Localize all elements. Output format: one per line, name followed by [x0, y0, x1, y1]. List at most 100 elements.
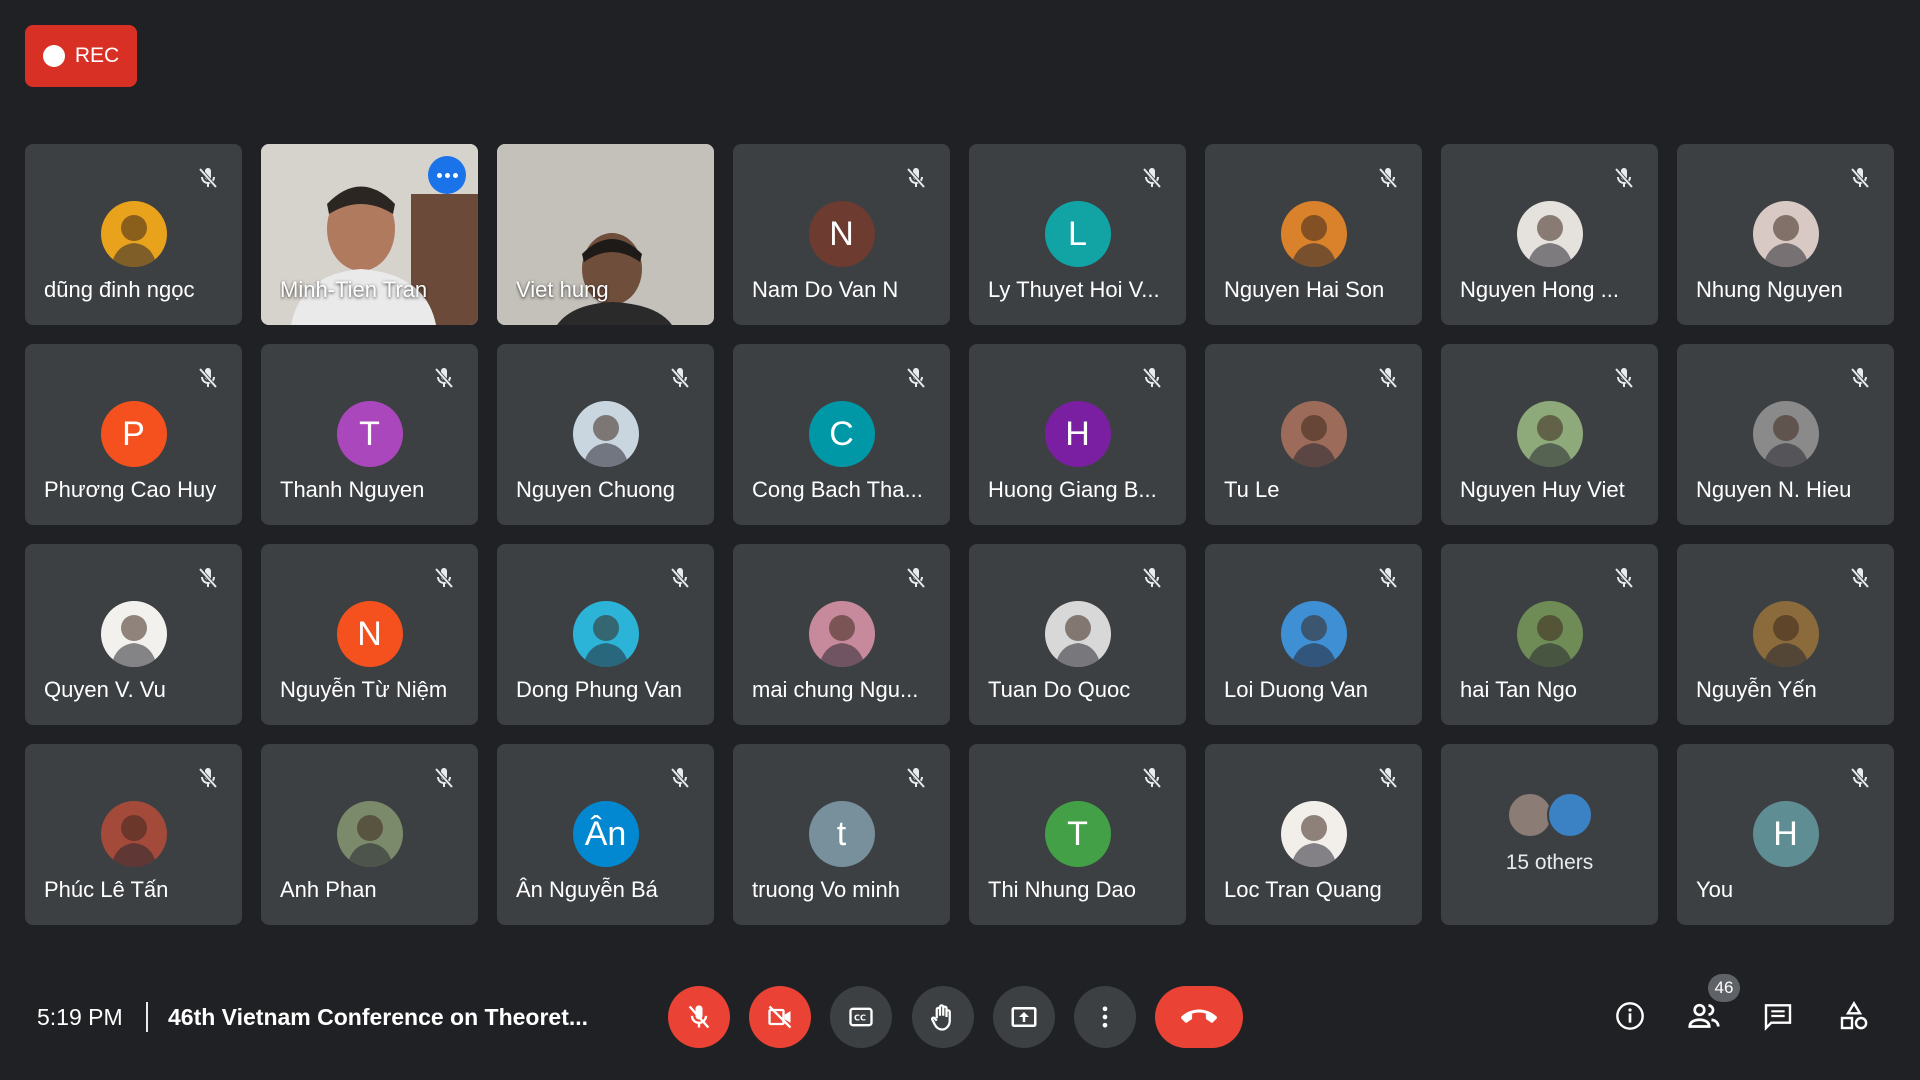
- participant-tile[interactable]: t truong Vo minh: [733, 744, 950, 925]
- participant-tile[interactable]: 15 others: [1441, 744, 1658, 925]
- avatar: [1280, 401, 1347, 467]
- participant-tile[interactable]: hai Tan Ngo: [1441, 544, 1658, 725]
- muted-mic-icon: [662, 760, 698, 796]
- participant-tile[interactable]: L Ly Thuyet Hoi V...: [969, 144, 1186, 325]
- present-screen-icon: [1011, 1007, 1037, 1027]
- avatar: [1516, 401, 1583, 467]
- avatar: L: [1044, 201, 1111, 267]
- chat-button[interactable]: [1756, 994, 1800, 1038]
- participant-name: Nguyen Chuong: [516, 477, 676, 502]
- muted-mic-icon: [190, 160, 226, 196]
- avatar: P: [100, 401, 167, 467]
- muted-mic-icon: [1842, 160, 1878, 196]
- participant-tile[interactable]: Tu Le: [1205, 344, 1422, 525]
- participant-tile[interactable]: Anh Phan: [261, 744, 478, 925]
- participant-tile[interactable]: T Thanh Nguyen: [261, 344, 478, 525]
- avatar: [100, 801, 167, 867]
- participant-tile[interactable]: H Huong Giang B...: [969, 344, 1186, 525]
- participant-tile[interactable]: T Thi Nhung Dao: [969, 744, 1186, 925]
- avatar: C: [808, 401, 875, 467]
- participant-name: Quyen V. Vu: [44, 677, 166, 702]
- participant-name: mai chung Ngu...: [752, 677, 919, 702]
- avatar-initial: C: [829, 414, 854, 453]
- muted-mic-icon: [1134, 760, 1170, 796]
- avatar: T: [336, 401, 403, 467]
- participant-name: Loc Tran Quang: [1224, 877, 1382, 902]
- muted-mic-icon: [1134, 360, 1170, 396]
- participant-grid: dũng đinh ngọc Minh-Tien Tran Viet hung N Na…: [25, 144, 1894, 925]
- participant-name: hai Tan Ngo: [1460, 677, 1578, 702]
- participant-tile[interactable]: Nguyen Huy Viet: [1441, 344, 1658, 525]
- avatar: t: [808, 801, 875, 867]
- info-icon: [1616, 1002, 1644, 1030]
- participant-tile[interactable]: dũng đinh ngọc: [25, 144, 242, 325]
- participant-tile[interactable]: Nhung Nguyen: [1677, 144, 1894, 325]
- more-options-button[interactable]: [1074, 986, 1136, 1048]
- avatar: N: [808, 201, 875, 267]
- muted-mic-icon: [662, 560, 698, 596]
- avatar: [1516, 201, 1583, 267]
- participant-tile[interactable]: Viet hung: [497, 144, 714, 325]
- participant-tile[interactable]: Tuan Do Quoc: [969, 544, 1186, 725]
- participant-name: Cong Bach Tha...: [752, 477, 923, 502]
- present-now-button[interactable]: [993, 986, 1055, 1048]
- participant-name: Ân Nguyễn Bá: [516, 877, 658, 902]
- participant-tile[interactable]: Nguyen Hong ...: [1441, 144, 1658, 325]
- activities-icon: [1840, 1001, 1868, 1030]
- participant-tile[interactable]: P Phương Cao Huy: [25, 344, 242, 525]
- chat-icon: [1764, 1004, 1792, 1031]
- camera-toggle-button[interactable]: [749, 986, 811, 1048]
- muted-mic-icon: [898, 760, 934, 796]
- participant-tile[interactable]: Ân Ân Nguyễn Bá: [497, 744, 714, 925]
- participant-tile[interactable]: Nguyen N. Hieu: [1677, 344, 1894, 525]
- raise-hand-button[interactable]: [912, 986, 974, 1048]
- activities-button[interactable]: [1832, 994, 1876, 1038]
- participant-name: Nam Do Van N: [752, 277, 899, 302]
- participant-name: Tuan Do Quoc: [988, 677, 1131, 702]
- participant-tile[interactable]: Dong Phung Van: [497, 544, 714, 725]
- participant-tile[interactable]: H You: [1677, 744, 1894, 925]
- participant-tile[interactable]: N Nam Do Van N: [733, 144, 950, 325]
- participant-name: Thi Nhung Dao: [988, 877, 1136, 902]
- end-call-icon: [1181, 1009, 1217, 1023]
- more-options-icon: [1102, 1006, 1108, 1028]
- participant-tile[interactable]: Loc Tran Quang: [1205, 744, 1422, 925]
- bottom-bar: 5:19 PM 46th Vietnam Conference on Theor…: [0, 974, 1920, 1060]
- muted-mic-icon: [1134, 560, 1170, 596]
- participant-tile[interactable]: N Nguyễn Từ Niệm: [261, 544, 478, 725]
- clock: 5:19 PM: [37, 1004, 123, 1030]
- participant-tile[interactable]: Minh-Tien Tran: [261, 144, 478, 325]
- recording-label: REC: [74, 44, 120, 67]
- avatar: [1752, 601, 1819, 667]
- others-avatars: [1506, 792, 1593, 838]
- participant-tile[interactable]: Quyen V. Vu: [25, 544, 242, 725]
- meeting-details-button[interactable]: [1608, 994, 1652, 1038]
- participant-name: Anh Phan: [280, 877, 377, 902]
- avatar-initial: H: [1065, 414, 1090, 453]
- participant-tile[interactable]: Nguyễn Yến: [1677, 544, 1894, 725]
- muted-mic-icon: [1370, 560, 1406, 596]
- others-count: 15 others: [1505, 851, 1594, 874]
- avatar: N: [336, 601, 403, 667]
- participant-tile[interactable]: Phúc Lê Tấn: [25, 744, 242, 925]
- participant-tile[interactable]: Nguyen Hai Son: [1205, 144, 1422, 325]
- participant-name: Nhung Nguyen: [1696, 277, 1843, 302]
- participant-tile[interactable]: Loi Duong Van: [1205, 544, 1422, 725]
- leave-call-button[interactable]: [1155, 986, 1243, 1048]
- avatar-initial: H: [1773, 814, 1798, 853]
- participant-name: Huong Giang B...: [988, 477, 1157, 502]
- participant-tile[interactable]: mai chung Ngu...: [733, 544, 950, 725]
- participant-name: Nguyen Hai Son: [1224, 277, 1385, 302]
- muted-mic-icon: [1606, 560, 1642, 596]
- muted-mic-icon: [426, 760, 462, 796]
- avatar: [808, 601, 875, 667]
- mic-toggle-button[interactable]: [668, 986, 730, 1048]
- tile-more-options-icon[interactable]: [428, 156, 466, 194]
- muted-mic-icon: [1370, 760, 1406, 796]
- participant-name: Dong Phung Van: [516, 677, 682, 702]
- participant-tile[interactable]: Nguyen Chuong: [497, 344, 714, 525]
- participant-tile[interactable]: C Cong Bach Tha...: [733, 344, 950, 525]
- participant-name: Nguyen Huy Viet: [1460, 477, 1625, 502]
- avatar-initial: N: [357, 614, 382, 653]
- captions-button[interactable]: CC: [830, 986, 892, 1048]
